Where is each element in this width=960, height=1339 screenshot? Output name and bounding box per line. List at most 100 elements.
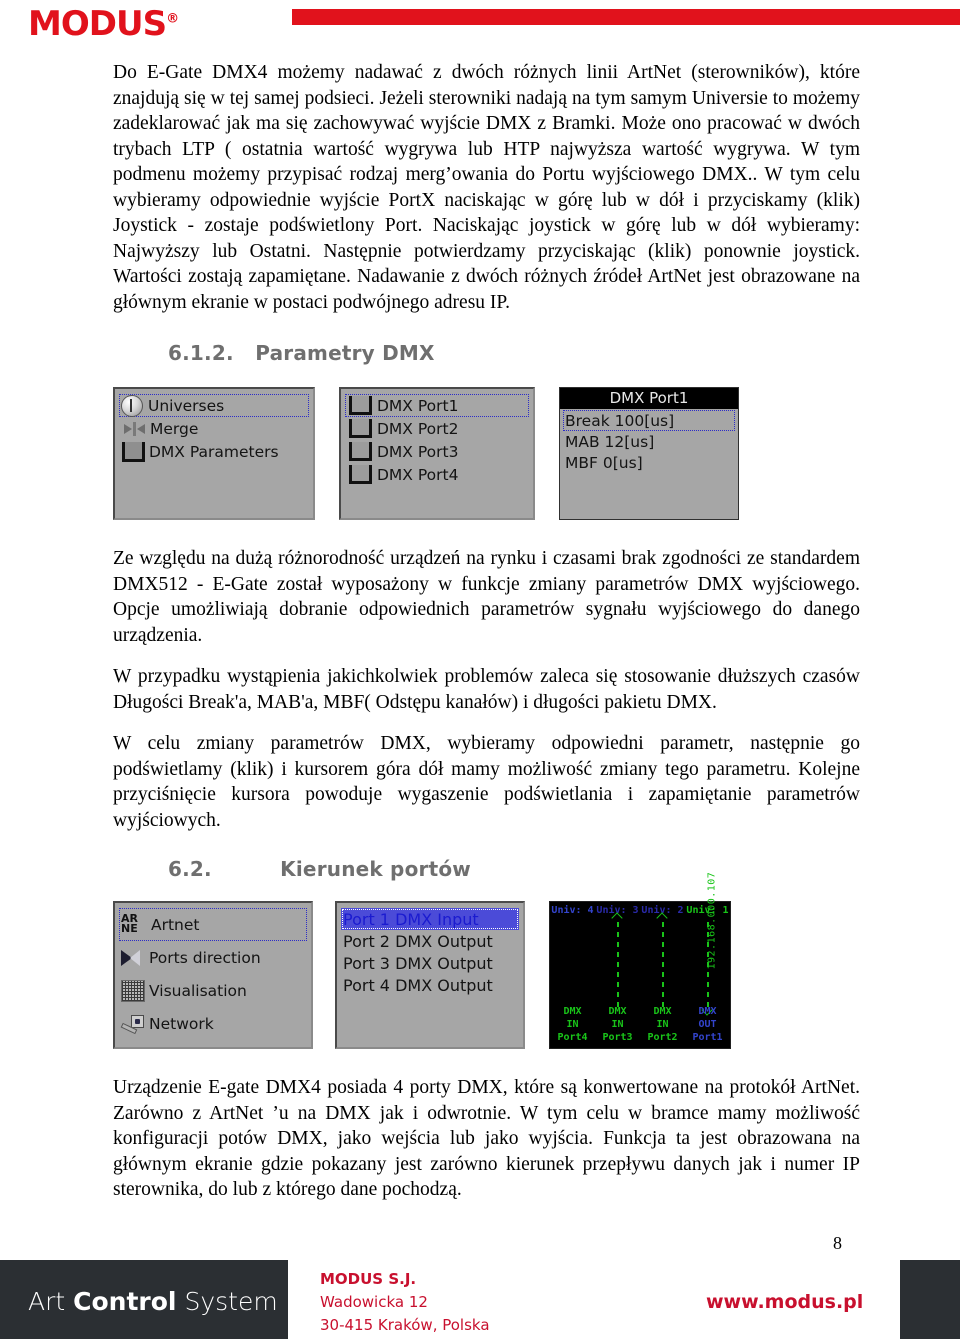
footer-dark-block-right — [900, 1260, 960, 1339]
dmx-menu-panel: Universes Merge DMX Parameters — [113, 387, 315, 520]
port-label-2: Port2 — [647, 1032, 678, 1043]
menu-item-universes-label: Universes — [148, 396, 225, 415]
menu-item-dmx-parameters[interactable]: DMX Parameters — [119, 440, 309, 463]
direction-label-3: IN — [611, 1019, 624, 1030]
port-label-3: Port3 — [602, 1032, 633, 1043]
heading-kierunek-portow: 6.2. Kierunek portów — [0, 857, 960, 881]
page-number: 8 — [833, 1233, 842, 1253]
direction-label-2: IN — [656, 1019, 669, 1030]
port-item-2[interactable]: DMX Port2 — [345, 417, 529, 440]
param-item-break[interactable]: Break 100[us] — [563, 410, 735, 431]
footer-company: MODUS S.J. — [320, 1270, 417, 1288]
param-item-mbf[interactable]: MBF 0[us] — [563, 452, 735, 473]
port-label-1: Port1 — [692, 1032, 723, 1043]
port-item-1-label: DMX Port1 — [377, 396, 459, 415]
menu-item-merge[interactable]: Merge — [119, 417, 309, 440]
menu-item-visualisation[interactable]: Visualisation — [119, 974, 307, 1007]
device-main-screen-panel: Univ: 4 DMX IN Port4 Univ: 3 DMX IN Port… — [549, 872, 731, 1049]
screen-column-port3: Univ: 3 DMX IN Port3 — [595, 902, 640, 1048]
dir-port-item-4-label: Port 4 DMX Output — [343, 975, 493, 995]
dmx-label-2: DMX — [653, 1006, 672, 1017]
dir-port-item-2-label: Port 2 DMX Output — [343, 931, 493, 951]
menu-item-ports-direction[interactable]: Ports direction — [119, 941, 307, 974]
universe-icon — [121, 394, 143, 417]
port-item-4-label: DMX Port4 — [377, 465, 459, 484]
menu-item-artnet-label: Artnet — [151, 915, 200, 934]
page-header: MODUS® — [0, 0, 960, 60]
port-label-4: Port4 — [557, 1032, 588, 1043]
figure-ports-direction: AR NE Artnet Ports direction Visualisatio… — [0, 872, 960, 1049]
screen-footer-port4: DMX IN Port4 — [550, 1005, 595, 1044]
artnet-menu-panel: AR NE Artnet Ports direction Visualisatio… — [113, 901, 313, 1049]
dmx-label-1: DMX — [698, 1006, 717, 1017]
dmx-connector-icon — [122, 441, 145, 462]
dmx-ports-panel: DMX Port1 DMX Port2 DMX Port3 DMX Port4 — [339, 387, 535, 520]
menu-item-visualisation-label: Visualisation — [149, 981, 247, 1000]
dmx-label-4: DMX — [563, 1006, 582, 1017]
dataflow-line-3 — [616, 922, 619, 1010]
key-icon — [120, 1014, 145, 1034]
dmx-connector-icon — [349, 442, 372, 461]
heading-parametry-dmx: 6.1.2. Parametry DMX — [0, 341, 960, 365]
logo-text: MODUS — [28, 4, 167, 44]
dir-port-item-3-label: Port 3 DMX Output — [343, 953, 493, 973]
figure-dmx-parameters: Universes Merge DMX Parameters DMX Port1 — [0, 387, 960, 520]
dmx-label-3: DMX — [608, 1006, 627, 1017]
dir-port-item-4[interactable]: Port 4 DMX Output — [341, 974, 519, 996]
menu-item-universes[interactable]: Universes — [119, 394, 309, 417]
heading-number: 6.1.2. — [168, 341, 234, 365]
footer-website-link[interactable]: www.modus.pl — [706, 1291, 863, 1313]
direction-label-1: OUT — [698, 1019, 717, 1030]
footer-brand-mid: Control — [73, 1287, 177, 1316]
paragraph-4: W celu zmiany parametrów DMX, wybieramy … — [113, 733, 860, 831]
menu-item-merge-label: Merge — [150, 419, 199, 438]
menu-item-network[interactable]: Network — [119, 1007, 307, 1040]
screen-column-port1: Univ: 1 192.168.000.107 DMX OUT Port1 — [685, 872, 730, 1048]
dir-port-item-3[interactable]: Port 3 DMX Output — [341, 952, 519, 974]
screen-footer-port2: DMX IN Port2 — [640, 1005, 685, 1044]
dir-port-item-1[interactable]: Port 1 DMX Input — [341, 908, 519, 930]
param-item-mab-label: MAB 12[us] — [565, 432, 655, 451]
direction-label-4: IN — [566, 1019, 579, 1030]
port-item-4[interactable]: DMX Port4 — [345, 463, 529, 486]
dir-port-item-1-label: Port 1 DMX Input — [343, 909, 479, 929]
registered-trademark-icon: ® — [166, 11, 180, 27]
param-item-break-label: Break 100[us] — [565, 411, 675, 430]
paragraph-3: W przypadku wystąpienia jakichkolwiek pr… — [113, 666, 860, 713]
grid-icon — [121, 979, 145, 1002]
screen-column-port2: Univ: 2 DMX IN Port2 — [640, 902, 685, 1048]
screen-column-port4: Univ: 4 DMX IN Port4 — [550, 902, 595, 1048]
dmx-connector-icon — [349, 465, 372, 484]
heading-title: Kierunek portów — [280, 857, 471, 881]
port-item-2-label: DMX Port2 — [377, 419, 459, 438]
device-main-screen: Univ: 4 DMX IN Port4 Univ: 3 DMX IN Port… — [550, 872, 730, 1048]
port-item-1[interactable]: DMX Port1 — [345, 394, 529, 417]
footer-brand-pre: Art — [28, 1287, 74, 1316]
menu-item-dmx-parameters-label: DMX Parameters — [149, 442, 279, 461]
footer-brand-post: System — [176, 1287, 278, 1316]
screen-footer-port1: DMX OUT Port1 — [685, 1005, 730, 1044]
param-item-mbf-label: MBF 0[us] — [565, 453, 643, 472]
page-content: Do E-Gate DMX4 możemy nadawać z dwóch ró… — [0, 60, 960, 1203]
ip-address-label: 192.168.000.107 — [706, 871, 717, 970]
screen-footer-port3: DMX IN Port3 — [595, 1005, 640, 1044]
paragraph-5: Urządzenie E-gate DMX4 posiada 4 porty D… — [113, 1077, 860, 1200]
merge-arrows-icon — [121, 419, 147, 439]
dir-port-item-2[interactable]: Port 2 DMX Output — [341, 930, 519, 952]
header-red-bar — [292, 9, 960, 25]
direction-arrows-icon — [121, 949, 145, 967]
paragraph-2: Ze względu na dużą różnorodność urządzeń… — [113, 548, 860, 646]
universe-label-4: Univ: 4 — [551, 905, 594, 916]
paragraph-1: Do E-Gate DMX4 możemy nadawać z dwóch ró… — [113, 62, 860, 313]
port-item-3[interactable]: DMX Port3 — [345, 440, 529, 463]
footer-address: MODUS S.J. Wadowicka 12 30-415 Kraków, P… — [320, 1268, 490, 1337]
heading-number: 6.2. — [168, 857, 212, 881]
menu-item-artnet[interactable]: AR NE Artnet — [119, 908, 307, 941]
page-footer: Art Control System MODUS S.J. Wadowicka … — [0, 1260, 960, 1339]
menu-item-ports-direction-label: Ports direction — [149, 948, 261, 967]
param-item-mab[interactable]: MAB 12[us] — [563, 431, 735, 452]
dataflow-line-2 — [661, 922, 664, 1010]
dmx-params-title: DMX Port1 — [560, 388, 738, 409]
heading-title: Parametry DMX — [255, 341, 435, 365]
dmx-connector-icon — [349, 419, 372, 438]
